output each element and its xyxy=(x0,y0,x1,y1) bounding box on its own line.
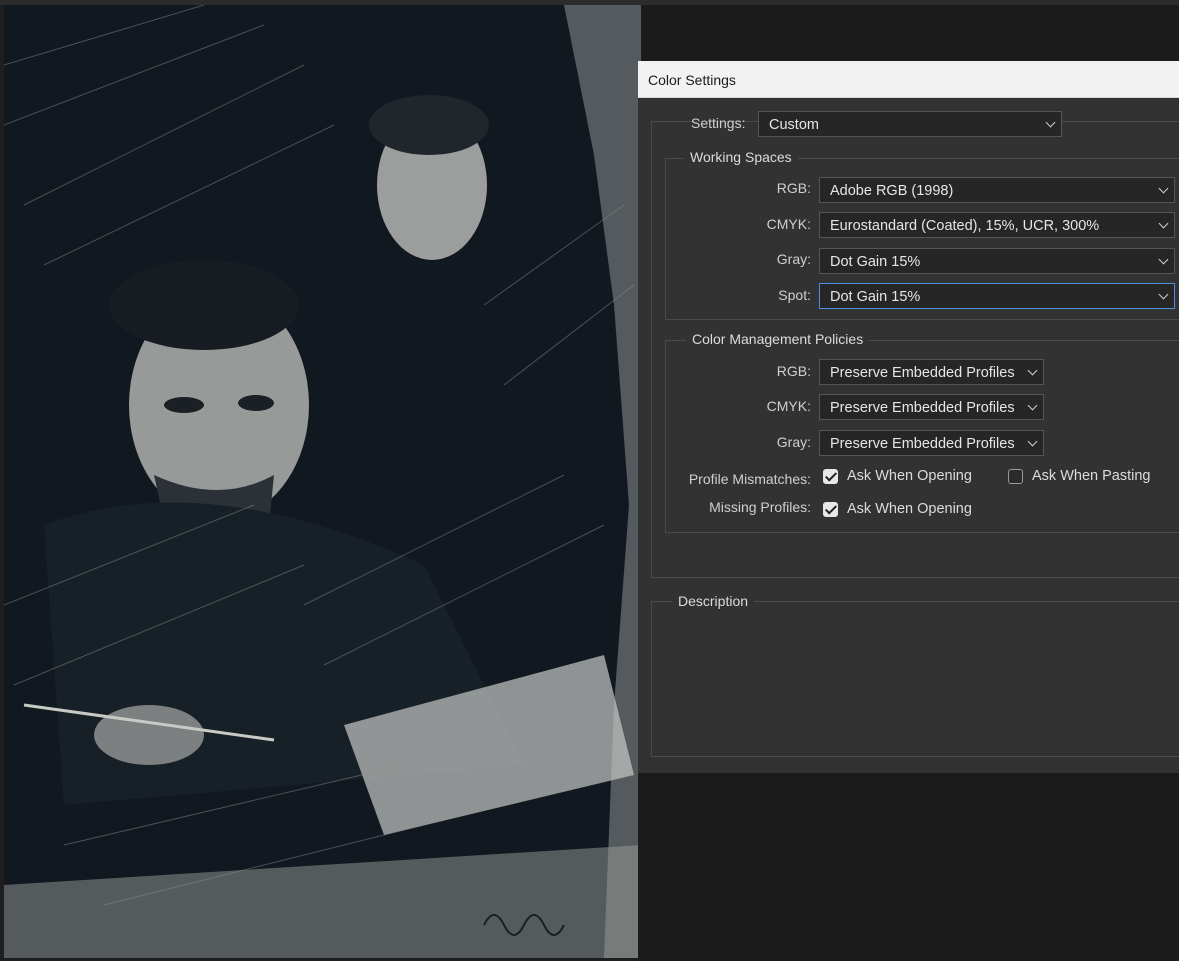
ws-cmyk-label: CMYK: xyxy=(766,216,811,232)
ws-rgb-value: Adobe RGB (1998) xyxy=(830,183,954,199)
chevron-down-icon xyxy=(1158,183,1169,194)
etching-portrait-image xyxy=(4,5,641,958)
policy-cmyk-value: Preserve Embedded Profiles xyxy=(830,400,1015,416)
description-group xyxy=(651,601,1179,757)
policy-gray-dropdown[interactable]: Preserve Embedded Profiles xyxy=(819,430,1044,456)
chevron-down-icon xyxy=(1027,365,1038,376)
chevron-down-icon xyxy=(1045,117,1056,128)
ask-when-pasting-label[interactable]: Ask When Pasting xyxy=(1032,468,1150,484)
ws-cmyk-dropdown[interactable]: Eurostandard (Coated), 15%, UCR, 300% xyxy=(819,212,1175,238)
policy-rgb-value: Preserve Embedded Profiles xyxy=(830,365,1015,381)
settings-value: Custom xyxy=(769,117,819,133)
ask-when-opening-mismatch-label[interactable]: Ask When Opening xyxy=(847,468,972,484)
policy-gray-label: Gray: xyxy=(776,434,811,450)
dialog-title: Color Settings xyxy=(648,72,736,88)
policy-rgb-label: RGB: xyxy=(776,363,811,379)
color-settings-dialog: Color Settings Settings: Custom Working … xyxy=(638,61,1179,773)
workspace-background xyxy=(642,5,1179,61)
settings-dropdown[interactable]: Custom xyxy=(758,111,1062,137)
chevron-down-icon xyxy=(1027,400,1038,411)
ws-spot-dropdown[interactable]: Dot Gain 15% xyxy=(819,283,1175,309)
settings-label: Settings: xyxy=(691,115,746,131)
workspace-background-lower xyxy=(638,773,1179,961)
policy-rgb-dropdown[interactable]: Preserve Embedded Profiles xyxy=(819,359,1044,385)
ws-gray-value: Dot Gain 15% xyxy=(830,254,921,270)
policy-cmyk-dropdown[interactable]: Preserve Embedded Profiles xyxy=(819,394,1044,420)
ws-spot-value: Dot Gain 15% xyxy=(830,289,921,305)
working-spaces-heading: Working Spaces xyxy=(684,149,798,165)
ws-cmyk-value: Eurostandard (Coated), 15%, UCR, 300% xyxy=(830,218,1100,234)
ask-when-opening-missing-label[interactable]: Ask When Opening xyxy=(847,501,972,517)
description-heading: Description xyxy=(672,593,755,609)
ws-gray-dropdown[interactable]: Dot Gain 15% xyxy=(819,248,1175,274)
chevron-down-icon xyxy=(1158,218,1169,229)
chevron-down-icon xyxy=(1027,436,1038,447)
policies-heading: Color Management Policies xyxy=(686,331,870,347)
canvas-area xyxy=(0,5,642,961)
dialog-titlebar[interactable]: Color Settings xyxy=(638,61,1179,98)
chevron-down-icon xyxy=(1158,254,1169,265)
policy-gray-value: Preserve Embedded Profiles xyxy=(830,436,1015,452)
ws-rgb-dropdown[interactable]: Adobe RGB (1998) xyxy=(819,177,1175,203)
missing-profiles-label: Missing Profiles: xyxy=(709,499,811,515)
profile-mismatches-label: Profile Mismatches: xyxy=(688,471,811,487)
ask-when-pasting-checkbox[interactable] xyxy=(1008,469,1023,484)
ws-gray-label: Gray: xyxy=(776,251,811,267)
policy-cmyk-label: CMYK: xyxy=(766,398,811,414)
ws-rgb-label: RGB: xyxy=(776,180,811,196)
chevron-down-icon xyxy=(1158,289,1169,300)
ws-spot-label: Spot: xyxy=(778,287,811,303)
ask-when-opening-mismatch-checkbox[interactable] xyxy=(823,469,838,484)
ask-when-opening-missing-checkbox[interactable] xyxy=(823,502,838,517)
